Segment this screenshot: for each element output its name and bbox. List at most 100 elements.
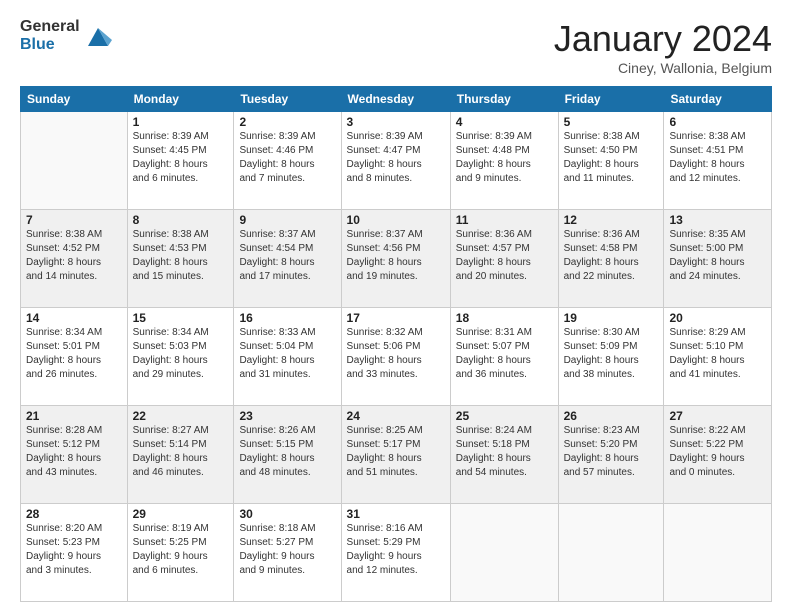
day-number: 29: [133, 507, 229, 521]
logo-general: General: [20, 18, 80, 36]
logo-blue: Blue: [20, 36, 80, 54]
weekday-header-monday: Monday: [127, 87, 234, 112]
calendar-cell: 9Sunrise: 8:37 AM Sunset: 4:54 PM Daylig…: [234, 210, 341, 308]
day-info: Sunrise: 8:25 AM Sunset: 5:17 PM Dayligh…: [347, 424, 445, 480]
day-number: 28: [26, 507, 122, 521]
day-number: 20: [669, 311, 766, 325]
day-number: 6: [669, 115, 766, 129]
calendar-week-row: 28Sunrise: 8:20 AM Sunset: 5:23 PM Dayli…: [21, 504, 772, 602]
month-title: January 2024: [554, 18, 772, 60]
calendar-cell: 7Sunrise: 8:38 AM Sunset: 4:52 PM Daylig…: [21, 210, 128, 308]
day-number: 8: [133, 213, 229, 227]
calendar-cell: 4Sunrise: 8:39 AM Sunset: 4:48 PM Daylig…: [450, 112, 558, 210]
calendar-cell: 15Sunrise: 8:34 AM Sunset: 5:03 PM Dayli…: [127, 308, 234, 406]
calendar-cell: 26Sunrise: 8:23 AM Sunset: 5:20 PM Dayli…: [558, 406, 664, 504]
calendar-cell: 20Sunrise: 8:29 AM Sunset: 5:10 PM Dayli…: [664, 308, 772, 406]
calendar-cell: 19Sunrise: 8:30 AM Sunset: 5:09 PM Dayli…: [558, 308, 664, 406]
calendar-cell: 5Sunrise: 8:38 AM Sunset: 4:50 PM Daylig…: [558, 112, 664, 210]
day-info: Sunrise: 8:39 AM Sunset: 4:47 PM Dayligh…: [347, 130, 445, 186]
calendar-cell: 21Sunrise: 8:28 AM Sunset: 5:12 PM Dayli…: [21, 406, 128, 504]
day-info: Sunrise: 8:32 AM Sunset: 5:06 PM Dayligh…: [347, 326, 445, 382]
day-number: 18: [456, 311, 553, 325]
day-number: 11: [456, 213, 553, 227]
calendar-cell: 3Sunrise: 8:39 AM Sunset: 4:47 PM Daylig…: [341, 112, 450, 210]
day-number: 23: [239, 409, 335, 423]
calendar-cell: 6Sunrise: 8:38 AM Sunset: 4:51 PM Daylig…: [664, 112, 772, 210]
calendar-cell: 12Sunrise: 8:36 AM Sunset: 4:58 PM Dayli…: [558, 210, 664, 308]
day-info: Sunrise: 8:19 AM Sunset: 5:25 PM Dayligh…: [133, 522, 229, 578]
day-number: 30: [239, 507, 335, 521]
day-info: Sunrise: 8:38 AM Sunset: 4:53 PM Dayligh…: [133, 228, 229, 284]
header: General Blue January 2024 Ciney, Walloni…: [20, 18, 772, 76]
day-info: Sunrise: 8:18 AM Sunset: 5:27 PM Dayligh…: [239, 522, 335, 578]
day-info: Sunrise: 8:20 AM Sunset: 5:23 PM Dayligh…: [26, 522, 122, 578]
weekday-header-tuesday: Tuesday: [234, 87, 341, 112]
day-number: 27: [669, 409, 766, 423]
day-number: 24: [347, 409, 445, 423]
day-info: Sunrise: 8:37 AM Sunset: 4:54 PM Dayligh…: [239, 228, 335, 284]
calendar-cell: 8Sunrise: 8:38 AM Sunset: 4:53 PM Daylig…: [127, 210, 234, 308]
day-info: Sunrise: 8:23 AM Sunset: 5:20 PM Dayligh…: [564, 424, 659, 480]
day-info: Sunrise: 8:24 AM Sunset: 5:18 PM Dayligh…: [456, 424, 553, 480]
day-info: Sunrise: 8:38 AM Sunset: 4:52 PM Dayligh…: [26, 228, 122, 284]
weekday-header-friday: Friday: [558, 87, 664, 112]
day-number: 4: [456, 115, 553, 129]
day-info: Sunrise: 8:38 AM Sunset: 4:51 PM Dayligh…: [669, 130, 766, 186]
calendar-cell: 30Sunrise: 8:18 AM Sunset: 5:27 PM Dayli…: [234, 504, 341, 602]
calendar-cell: 28Sunrise: 8:20 AM Sunset: 5:23 PM Dayli…: [21, 504, 128, 602]
calendar-cell: 14Sunrise: 8:34 AM Sunset: 5:01 PM Dayli…: [21, 308, 128, 406]
calendar-cell: 17Sunrise: 8:32 AM Sunset: 5:06 PM Dayli…: [341, 308, 450, 406]
day-info: Sunrise: 8:31 AM Sunset: 5:07 PM Dayligh…: [456, 326, 553, 382]
calendar-cell: [558, 504, 664, 602]
calendar-cell: 18Sunrise: 8:31 AM Sunset: 5:07 PM Dayli…: [450, 308, 558, 406]
day-number: 22: [133, 409, 229, 423]
calendar-cell: 29Sunrise: 8:19 AM Sunset: 5:25 PM Dayli…: [127, 504, 234, 602]
day-number: 9: [239, 213, 335, 227]
day-number: 5: [564, 115, 659, 129]
day-info: Sunrise: 8:29 AM Sunset: 5:10 PM Dayligh…: [669, 326, 766, 382]
day-info: Sunrise: 8:35 AM Sunset: 5:00 PM Dayligh…: [669, 228, 766, 284]
calendar-week-row: 21Sunrise: 8:28 AM Sunset: 5:12 PM Dayli…: [21, 406, 772, 504]
day-number: 25: [456, 409, 553, 423]
day-number: 31: [347, 507, 445, 521]
day-number: 10: [347, 213, 445, 227]
calendar-cell: 27Sunrise: 8:22 AM Sunset: 5:22 PM Dayli…: [664, 406, 772, 504]
day-number: 26: [564, 409, 659, 423]
day-number: 12: [564, 213, 659, 227]
calendar-cell: 10Sunrise: 8:37 AM Sunset: 4:56 PM Dayli…: [341, 210, 450, 308]
day-info: Sunrise: 8:38 AM Sunset: 4:50 PM Dayligh…: [564, 130, 659, 186]
calendar-cell: 22Sunrise: 8:27 AM Sunset: 5:14 PM Dayli…: [127, 406, 234, 504]
day-info: Sunrise: 8:33 AM Sunset: 5:04 PM Dayligh…: [239, 326, 335, 382]
day-number: 14: [26, 311, 122, 325]
day-info: Sunrise: 8:37 AM Sunset: 4:56 PM Dayligh…: [347, 228, 445, 284]
day-number: 17: [347, 311, 445, 325]
weekday-header-wednesday: Wednesday: [341, 87, 450, 112]
day-info: Sunrise: 8:34 AM Sunset: 5:01 PM Dayligh…: [26, 326, 122, 382]
day-number: 15: [133, 311, 229, 325]
calendar-cell: 13Sunrise: 8:35 AM Sunset: 5:00 PM Dayli…: [664, 210, 772, 308]
calendar-cell: [664, 504, 772, 602]
calendar-table: SundayMondayTuesdayWednesdayThursdayFrid…: [20, 86, 772, 602]
day-number: 3: [347, 115, 445, 129]
day-number: 21: [26, 409, 122, 423]
calendar-cell: 1Sunrise: 8:39 AM Sunset: 4:45 PM Daylig…: [127, 112, 234, 210]
calendar-cell: [450, 504, 558, 602]
day-info: Sunrise: 8:22 AM Sunset: 5:22 PM Dayligh…: [669, 424, 766, 480]
day-number: 19: [564, 311, 659, 325]
day-info: Sunrise: 8:28 AM Sunset: 5:12 PM Dayligh…: [26, 424, 122, 480]
calendar-cell: 24Sunrise: 8:25 AM Sunset: 5:17 PM Dayli…: [341, 406, 450, 504]
calendar-cell: 31Sunrise: 8:16 AM Sunset: 5:29 PM Dayli…: [341, 504, 450, 602]
day-info: Sunrise: 8:36 AM Sunset: 4:58 PM Dayligh…: [564, 228, 659, 284]
calendar-week-row: 7Sunrise: 8:38 AM Sunset: 4:52 PM Daylig…: [21, 210, 772, 308]
calendar-cell: 23Sunrise: 8:26 AM Sunset: 5:15 PM Dayli…: [234, 406, 341, 504]
day-info: Sunrise: 8:39 AM Sunset: 4:48 PM Dayligh…: [456, 130, 553, 186]
day-number: 7: [26, 213, 122, 227]
calendar-cell: 16Sunrise: 8:33 AM Sunset: 5:04 PM Dayli…: [234, 308, 341, 406]
day-info: Sunrise: 8:30 AM Sunset: 5:09 PM Dayligh…: [564, 326, 659, 382]
logo-icon: [84, 22, 112, 50]
weekday-header-saturday: Saturday: [664, 87, 772, 112]
day-info: Sunrise: 8:39 AM Sunset: 4:46 PM Dayligh…: [239, 130, 335, 186]
day-info: Sunrise: 8:34 AM Sunset: 5:03 PM Dayligh…: [133, 326, 229, 382]
day-info: Sunrise: 8:27 AM Sunset: 5:14 PM Dayligh…: [133, 424, 229, 480]
day-number: 13: [669, 213, 766, 227]
